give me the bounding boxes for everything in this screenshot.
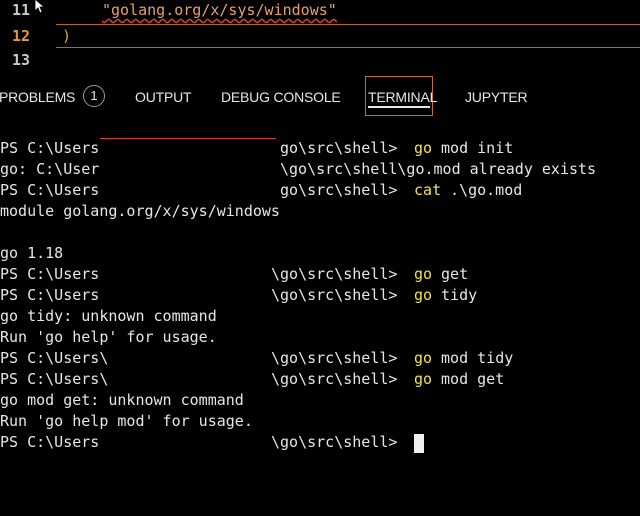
prompt-prefix: PS C:\Users (0, 286, 100, 304)
editor-line[interactable]: 13 (0, 48, 640, 72)
terminal-line: PS C:\Users \go\src\shell> go tidy (0, 285, 640, 306)
terminal-line: go mod get: unknown command (0, 390, 640, 411)
prompt-prefix: PS C:\Users (0, 265, 100, 283)
tab-terminal[interactable]: TERMINAL (368, 88, 437, 106)
prompt-prefix: PS C:\Users (0, 139, 100, 157)
terminal-cursor (414, 434, 424, 453)
tab-debug-console[interactable]: DEBUG CONSOLE (221, 88, 341, 106)
command-name: go (405, 265, 433, 283)
prompt-path: go\src\shell> (280, 139, 398, 157)
terminal-line: PS C:\Users \go\src\shell> (0, 432, 640, 453)
terminal-line: Run 'go help' for usage. (0, 327, 640, 348)
command-args: tidy (432, 286, 478, 304)
line-number: 11 (11, 1, 30, 19)
prompt-path: \go\src\shell> (271, 370, 398, 388)
output-text: go tidy: unknown command (0, 307, 217, 325)
active-tab-underline (368, 106, 430, 108)
prompt-prefix: PS C:\Users (0, 181, 100, 199)
prompt-path: \go\src\shell> (271, 286, 398, 304)
command-name: go (405, 349, 433, 367)
terminal-line: PS C:\Users\ \go\src\shell> go mod tidy (0, 348, 640, 369)
command-name: cat (405, 181, 442, 199)
prompt-prefix: PS C:\Users\ (0, 349, 109, 367)
prompt-path: \go\src\shell> (271, 433, 398, 451)
prompt-path: go\src\shell> (280, 181, 398, 199)
output-text: go mod get: unknown command (0, 391, 244, 409)
command-args: get (432, 265, 469, 283)
command-args: .\go.mod (441, 181, 523, 199)
import-path-string[interactable]: "golang.org/x/sys/windows" (102, 0, 337, 22)
command-name: go (405, 370, 433, 388)
editor-line[interactable]: 12 ) (0, 24, 640, 48)
terminal-line: go tidy: unknown command (0, 306, 640, 327)
command-args: mod get (432, 370, 505, 388)
output-text: \go\src\shell\go.mod already exists (280, 160, 597, 178)
terminal-line: go: C:\User \go\src\shell\go.mod already… (0, 159, 640, 180)
tab-jupyter[interactable]: JUPYTER (465, 88, 528, 106)
panel-tab-bar: PROBLEMS 1 OUTPUT DEBUG CONSOLE TERMINAL… (0, 76, 640, 120)
terminal-line: PS C:\Users go\src\shell> cat .\go.mod (0, 180, 640, 201)
command-args: mod tidy (432, 349, 514, 367)
prompt-path: \go\src\shell> (271, 349, 398, 367)
terminal-line: PS C:\Users \go\src\shell> go get (0, 264, 640, 285)
output-text: go 1.18 (0, 244, 64, 262)
closing-paren[interactable]: ) (62, 24, 71, 48)
problems-count-badge: 1 (83, 85, 105, 107)
tab-problems[interactable]: PROBLEMS (0, 88, 75, 106)
prompt-prefix: PS C:\Users\ (0, 370, 109, 388)
prompt-path: \go\src\shell> (271, 265, 398, 283)
terminal-line: Run 'go help mod' for usage. (0, 411, 640, 432)
terminal-line: PS C:\Users\ \go\src\shell> go mod get (0, 369, 640, 390)
terminal-line: go 1.18 (0, 243, 640, 264)
command-args: mod init (432, 139, 514, 157)
output-text: Run 'go help mod' for usage. (0, 412, 253, 430)
line-number: 12 (11, 27, 30, 45)
output-text: module golang.org/x/sys/windows (0, 202, 280, 220)
prompt-prefix: PS C:\Users (0, 433, 100, 451)
output-text: Run 'go help' for usage. (0, 328, 217, 346)
terminal-line: module golang.org/x/sys/windows (0, 201, 640, 222)
line-number: 13 (11, 51, 30, 69)
command-name: go (405, 286, 433, 304)
code-editor[interactable]: 11 "golang.org/x/sys/windows" 12 ) 13 (0, 0, 640, 70)
tab-output[interactable]: OUTPUT (135, 88, 192, 106)
command-name: go (405, 139, 433, 157)
terminal-line: PS C:\Users go\src\shell> go mod init (0, 138, 640, 159)
editor-line[interactable]: 11 "golang.org/x/sys/windows" (0, 0, 640, 22)
output-text: go: C:\User (0, 160, 100, 178)
